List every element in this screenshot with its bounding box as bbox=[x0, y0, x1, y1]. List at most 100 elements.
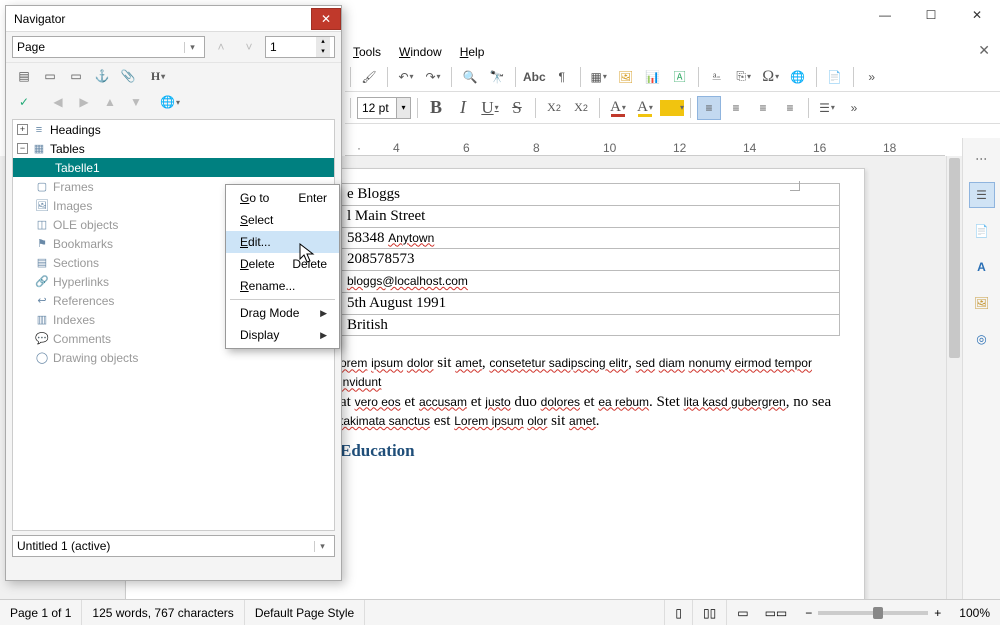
sidebar-menu-icon[interactable]: ⋮ bbox=[969, 146, 995, 172]
table-cell[interactable]: 58348 Anytown bbox=[341, 227, 840, 249]
strike-icon[interactable]: S bbox=[505, 96, 529, 120]
special-char-icon[interactable]: Ω▾ bbox=[759, 65, 783, 89]
hyperlinks-icon: 🔗 bbox=[35, 275, 49, 289]
undo-icon[interactable]: ↶▾ bbox=[394, 65, 418, 89]
table-cell[interactable]: l Main Street bbox=[341, 205, 840, 227]
ctx-delete[interactable]: DeleteDelete bbox=[226, 253, 339, 275]
textbox-icon[interactable]: 🄰 bbox=[668, 65, 692, 89]
table-cell[interactable]: 208578573 bbox=[341, 249, 840, 271]
menu-window[interactable]: Window bbox=[391, 42, 450, 62]
ctx-rename[interactable]: Rename... bbox=[226, 275, 339, 297]
content-view-icon[interactable]: ▤ bbox=[12, 65, 36, 87]
table-cell[interactable]: e Bloggs bbox=[341, 184, 840, 206]
view-multipage-icon[interactable]: ▯▯ bbox=[693, 600, 727, 625]
field-icon[interactable]: ⎘▾ bbox=[732, 65, 756, 89]
window-maximize[interactable]: ☐ bbox=[908, 0, 954, 30]
font-color-icon[interactable]: A▾ bbox=[606, 96, 630, 120]
redo-icon[interactable]: ↷▾ bbox=[421, 65, 445, 89]
table-cell[interactable]: British bbox=[341, 314, 840, 336]
status-page[interactable]: Page 1 of 1 bbox=[0, 600, 82, 625]
zoom-in-icon[interactable]: + bbox=[934, 606, 941, 620]
navigator-page-field[interactable]: ▴▾ bbox=[265, 36, 335, 58]
view-layout-icon[interactable]: ▭▭ bbox=[765, 606, 788, 620]
find-icon[interactable]: 🔍 bbox=[458, 65, 482, 89]
bullets-icon[interactable]: ☰▾ bbox=[815, 96, 839, 120]
table-cell[interactable]: 5th August 1991 bbox=[341, 292, 840, 314]
window-minimize[interactable]: — bbox=[862, 0, 908, 30]
footnote-icon[interactable]: 📄 bbox=[823, 65, 847, 89]
navigator-titlebar[interactable]: Navigator ✕ bbox=[6, 6, 341, 32]
anchor-icon[interactable]: ⚓ bbox=[90, 65, 114, 87]
chart-icon[interactable]: 📊 bbox=[641, 65, 665, 89]
spellcheck-icon[interactable]: Abc bbox=[522, 65, 547, 89]
zoom-value[interactable]: 100% bbox=[949, 600, 1000, 625]
header-icon[interactable]: ▭ bbox=[38, 65, 62, 87]
view-singlepage-icon[interactable]: ▯ bbox=[665, 600, 693, 625]
heading-education[interactable]: Education bbox=[340, 441, 840, 461]
ctx-edit[interactable]: Edit... bbox=[226, 231, 339, 253]
page-break-icon[interactable]: ⎁ bbox=[705, 65, 729, 89]
bold-icon[interactable]: B bbox=[424, 96, 448, 120]
horizontal-ruler[interactable]: · 4 6 8 10 12 14 16 18 bbox=[345, 138, 945, 156]
expand-icon[interactable]: + bbox=[17, 124, 28, 135]
table-icon[interactable]: ▦▾ bbox=[587, 65, 611, 89]
navigator-page-input[interactable] bbox=[266, 40, 316, 54]
align-left-icon[interactable]: ≡ bbox=[697, 96, 721, 120]
font-size-field[interactable]: ▾ bbox=[357, 97, 411, 119]
window-close[interactable]: ✕ bbox=[954, 0, 1000, 30]
view-book-icon[interactable]: ▭ bbox=[737, 606, 748, 620]
navigator-close-button[interactable]: ✕ bbox=[311, 8, 341, 30]
superscript-icon[interactable]: X2 bbox=[542, 96, 566, 120]
align-center-icon[interactable]: ≡ bbox=[724, 96, 748, 120]
reminder-icon[interactable]: 📎 bbox=[116, 65, 140, 87]
align-right-icon[interactable]: ≡ bbox=[751, 96, 775, 120]
paintbrush-icon[interactable]: 🖌 bbox=[357, 65, 381, 89]
hyperlink-icon[interactable]: 🌐 bbox=[786, 65, 810, 89]
binoculars-icon[interactable]: 🔭 bbox=[485, 65, 509, 89]
char-highlight-icon[interactable]: ▾ bbox=[660, 100, 684, 116]
collapse-icon[interactable]: − bbox=[17, 143, 28, 154]
navigator-document-combo[interactable]: Untitled 1 (active) ▾ bbox=[12, 535, 335, 557]
ctx-display[interactable]: Display▶ bbox=[226, 324, 339, 346]
navigator-category-combo[interactable]: Page ▾ bbox=[12, 36, 205, 58]
align-justify-icon[interactable]: ≡ bbox=[778, 96, 802, 120]
styles-panel-icon[interactable]: A bbox=[969, 254, 995, 280]
gallery-panel-icon[interactable]: 🖼 bbox=[969, 290, 995, 316]
document-paragraph[interactable]: orem ipsum dolor sit amet, consetetur sa… bbox=[340, 354, 840, 431]
ctx-dragmode[interactable]: Drag Mode▶ bbox=[226, 302, 339, 324]
drag-mode-icon[interactable]: 🌐▾ bbox=[158, 91, 182, 113]
zoom-out-icon[interactable]: − bbox=[805, 606, 812, 620]
italic-icon[interactable]: I bbox=[451, 96, 475, 120]
menu-help[interactable]: Help bbox=[452, 42, 493, 62]
zoom-slider[interactable]: − + bbox=[805, 606, 941, 620]
document-table[interactable]: e Bloggs l Main Street 58348 Anytown 208… bbox=[340, 183, 840, 336]
underline-icon[interactable]: U▾ bbox=[478, 96, 502, 120]
formatting-marks-icon[interactable]: ¶ bbox=[550, 65, 574, 89]
ctx-select[interactable]: Select bbox=[226, 209, 339, 231]
tree-headings[interactable]: + ≡ Headings bbox=[13, 120, 334, 139]
footer-icon[interactable]: ▭ bbox=[64, 65, 88, 87]
tree-drawing[interactable]: ◯Drawing objects bbox=[13, 348, 334, 367]
more-formatting-icon[interactable]: » bbox=[842, 96, 866, 120]
highlight-color-icon[interactable]: A▾ bbox=[633, 96, 657, 120]
status-wordcount[interactable]: 125 words, 767 characters bbox=[82, 600, 244, 625]
page-panel-icon[interactable]: 📄 bbox=[969, 218, 995, 244]
properties-panel-icon[interactable]: ☰ bbox=[969, 182, 995, 208]
heading-levels-icon[interactable]: H▾ bbox=[146, 65, 170, 87]
vertical-scrollbar[interactable] bbox=[946, 156, 962, 599]
tree-tables[interactable]: − ▦ Tables bbox=[13, 139, 334, 158]
table-cell[interactable]: bloggs@localhost.com bbox=[341, 271, 840, 293]
listbox-toggle-icon[interactable]: ✓ bbox=[12, 91, 36, 113]
tree-tabelle1[interactable]: Tabelle1 bbox=[13, 158, 334, 177]
menu-tools[interactable]: Tools bbox=[345, 42, 389, 62]
doc-close-icon[interactable]: ✕ bbox=[978, 42, 990, 59]
scrollbar-thumb[interactable] bbox=[949, 158, 960, 358]
drawing-icon: ◯ bbox=[35, 351, 49, 365]
font-size-input[interactable] bbox=[358, 101, 396, 115]
more-icon[interactable]: » bbox=[860, 65, 884, 89]
ctx-goto[interactable]: Go toEnter bbox=[226, 187, 339, 209]
subscript-icon[interactable]: X2 bbox=[569, 96, 593, 120]
navigator-panel-icon[interactable]: ◎ bbox=[969, 326, 995, 352]
image-icon[interactable]: 🖼 bbox=[614, 65, 638, 89]
status-pagestyle[interactable]: Default Page Style bbox=[245, 600, 365, 625]
